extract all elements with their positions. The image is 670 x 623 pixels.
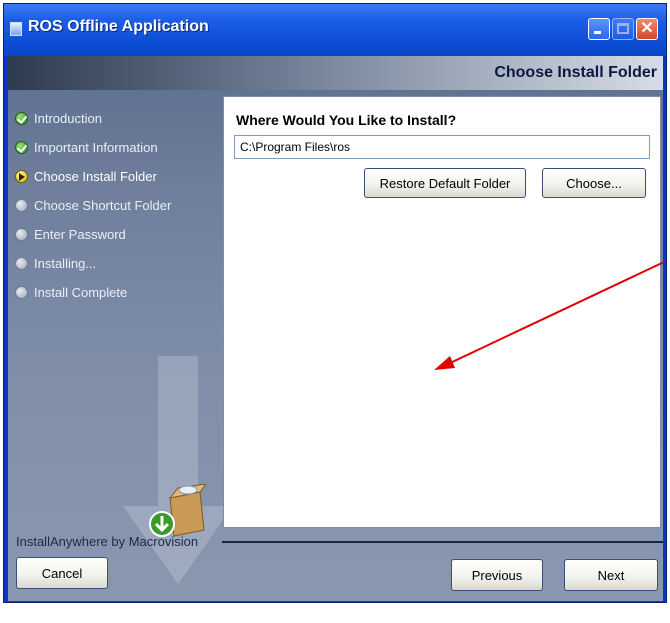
install-box-icon	[149, 484, 207, 537]
step-label: Install Complete	[34, 285, 128, 300]
choose-folder-button[interactable]: Choose...	[542, 168, 646, 198]
footer-divider	[222, 541, 663, 543]
next-button[interactable]: Next	[564, 559, 658, 591]
step-item: Installing...	[12, 253, 212, 282]
cancel-button[interactable]: Cancel	[16, 557, 108, 589]
down-arrow-watermark-icon	[123, 356, 233, 584]
pending-step-icon	[15, 286, 28, 299]
step-label: Choose Install Folder	[34, 169, 157, 184]
step-item: Introduction	[12, 108, 212, 137]
previous-button[interactable]: Previous	[451, 559, 543, 591]
step-item: Choose Install Folder	[12, 166, 212, 195]
pending-step-icon	[15, 257, 28, 270]
step-label: Introduction	[34, 111, 102, 126]
step-item: Choose Shortcut Folder	[12, 195, 212, 224]
installer-window: ROS Offline Application ✕ Choose Install…	[3, 3, 667, 603]
step-item: Important Information	[12, 137, 212, 166]
step-label: Installing...	[34, 256, 97, 271]
close-button[interactable]: ✕	[636, 18, 658, 40]
maximize-button	[612, 18, 634, 40]
step-item: Enter Password	[12, 224, 212, 253]
pending-step-icon	[15, 228, 28, 241]
close-icon: ✕	[640, 20, 654, 37]
install-path-field[interactable]	[234, 135, 650, 159]
step-item: Install Complete	[12, 282, 212, 311]
installer-brand: InstallAnywhere by Macrovision	[16, 534, 199, 549]
step-label: Choose Shortcut Folder	[34, 198, 172, 213]
window-title: ROS Offline Application	[28, 18, 209, 35]
installer-body: Choose Install Folder Introduction Impor…	[8, 56, 663, 601]
check-icon	[15, 141, 28, 154]
app-icon	[10, 22, 22, 36]
step-title: Choose Install Folder	[494, 64, 657, 81]
title-bar[interactable]: ROS Offline Application ✕	[4, 4, 666, 56]
step-header: Choose Install Folder	[8, 56, 663, 90]
step-list: Introduction Important Information Choos…	[12, 108, 212, 311]
pending-step-icon	[15, 199, 28, 212]
step-label: Important Information	[34, 140, 158, 155]
check-icon	[15, 112, 28, 125]
step-label: Enter Password	[34, 227, 126, 242]
current-step-arrow-icon	[15, 170, 28, 183]
restore-default-folder-button[interactable]: Restore Default Folder	[364, 168, 526, 198]
content-panel: Where Would You Like to Install? Restore…	[223, 96, 661, 528]
minimize-button[interactable]	[588, 18, 610, 40]
install-location-question: Where Would You Like to Install?	[236, 112, 457, 128]
